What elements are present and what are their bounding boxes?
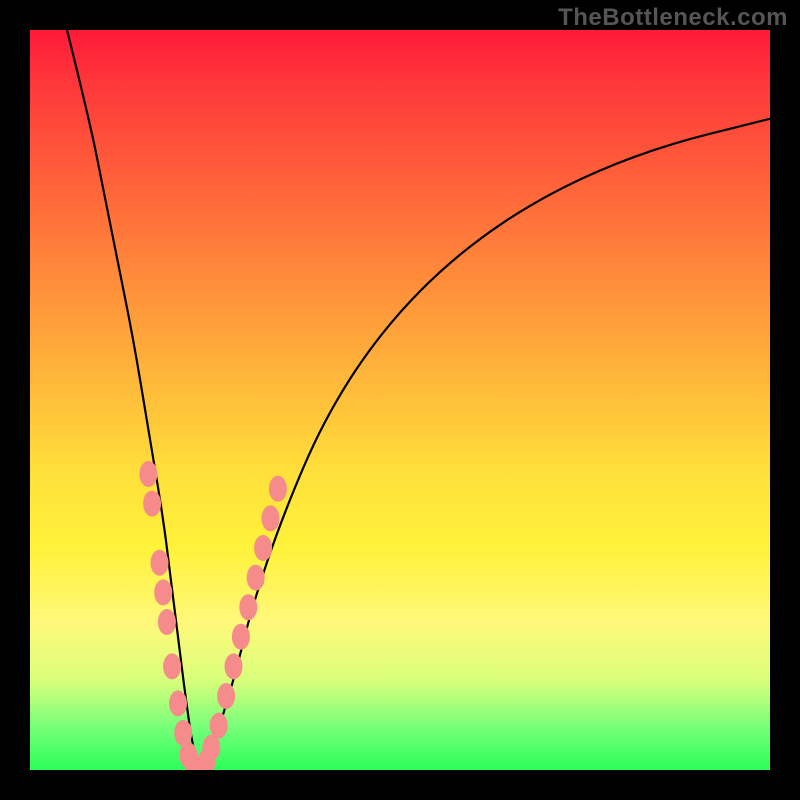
- curve-marker: [217, 683, 235, 709]
- curve-marker: [174, 720, 192, 746]
- curve-marker: [158, 609, 176, 635]
- curve-marker: [210, 713, 228, 739]
- curve-marker: [163, 653, 181, 679]
- curve-marker: [151, 550, 169, 576]
- curve-marker: [262, 505, 280, 531]
- chart-area: [30, 30, 770, 770]
- curve-marker: [202, 735, 220, 761]
- curve-marker: [247, 565, 265, 591]
- curve-marker: [269, 476, 287, 502]
- curve-marker: [139, 461, 157, 487]
- curve-marker: [143, 491, 161, 517]
- curve-marker: [239, 594, 257, 620]
- curve-marker: [169, 690, 187, 716]
- curve-marker: [154, 579, 172, 605]
- bottleneck-curve-svg: [30, 30, 770, 770]
- curve-marker: [232, 624, 250, 650]
- watermark-text: TheBottleneck.com: [558, 4, 788, 32]
- curve-marker: [254, 535, 272, 561]
- curve-marker: [225, 653, 243, 679]
